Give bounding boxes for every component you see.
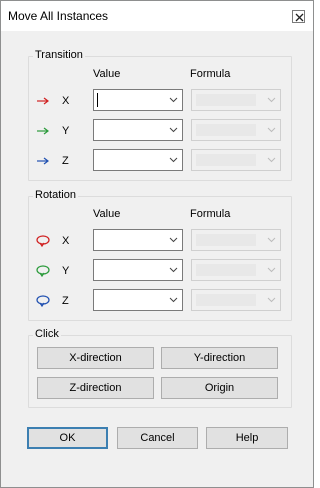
- chevron-down-icon[interactable]: [169, 237, 178, 243]
- rotation-value-header: Value: [93, 208, 121, 220]
- rotation-label: Rotation: [33, 189, 78, 201]
- rotation-z-formula-combo: [191, 289, 281, 311]
- rotation-formula-header: Formula: [190, 208, 231, 220]
- z-direction-button[interactable]: Z-direction: [37, 377, 154, 399]
- chevron-down-icon: [267, 267, 276, 273]
- blue-arrow-icon: [37, 157, 49, 165]
- blue-rotation-icon: [36, 295, 50, 308]
- chevron-down-icon[interactable]: [169, 157, 178, 163]
- chevron-down-icon[interactable]: [169, 97, 178, 103]
- rotation-x-label: X: [62, 235, 70, 247]
- y-direction-button[interactable]: Y-direction: [161, 347, 278, 369]
- help-button[interactable]: Help: [206, 427, 288, 449]
- transition-formula-header: Formula: [190, 68, 231, 80]
- text-cursor: [97, 93, 98, 107]
- transition-z-formula-combo: [191, 149, 281, 171]
- chevron-down-icon: [267, 127, 276, 133]
- chevron-down-icon: [267, 97, 276, 103]
- rotation-x-value-combo[interactable]: [93, 229, 183, 251]
- click-label: Click: [33, 328, 61, 340]
- ok-button[interactable]: OK: [27, 427, 108, 449]
- dialog-body: Transition Value Formula X Y Z Rotation …: [8, 31, 305, 480]
- chevron-down-icon: [267, 157, 276, 163]
- transition-label: Transition: [33, 49, 85, 61]
- green-rotation-icon: [36, 265, 50, 278]
- red-rotation-icon: [36, 235, 50, 248]
- transition-value-header: Value: [93, 68, 121, 80]
- window-title: Move All Instances: [8, 9, 109, 23]
- transition-y-formula-combo: [191, 119, 281, 141]
- red-arrow-icon: [37, 97, 49, 105]
- rotation-z-label: Z: [62, 295, 69, 307]
- transition-x-value-combo[interactable]: [93, 89, 183, 111]
- chevron-down-icon[interactable]: [169, 267, 178, 273]
- transition-y-label: Y: [62, 125, 70, 137]
- cancel-button[interactable]: Cancel: [117, 427, 198, 449]
- transition-z-value-combo[interactable]: [93, 149, 183, 171]
- transition-x-label: X: [62, 95, 70, 107]
- rotation-y-formula-combo: [191, 259, 281, 281]
- green-arrow-icon: [37, 127, 49, 135]
- transition-z-label: Z: [62, 155, 69, 167]
- dialog-window: Move All Instances Transition Value Form…: [0, 0, 314, 488]
- transition-x-formula-combo: [191, 89, 281, 111]
- rotation-y-label: Y: [62, 265, 70, 277]
- rotation-y-value-combo[interactable]: [93, 259, 183, 281]
- close-icon: [295, 13, 304, 22]
- origin-button[interactable]: Origin: [161, 377, 278, 399]
- chevron-down-icon[interactable]: [169, 127, 178, 133]
- close-button[interactable]: [292, 10, 305, 23]
- x-direction-button[interactable]: X-direction: [37, 347, 154, 369]
- rotation-x-formula-combo: [191, 229, 281, 251]
- transition-y-value-combo[interactable]: [93, 119, 183, 141]
- chevron-down-icon: [267, 297, 276, 303]
- chevron-down-icon: [267, 237, 276, 243]
- chevron-down-icon[interactable]: [169, 297, 178, 303]
- rotation-z-value-combo[interactable]: [93, 289, 183, 311]
- title-bar: Move All Instances: [1, 1, 313, 31]
